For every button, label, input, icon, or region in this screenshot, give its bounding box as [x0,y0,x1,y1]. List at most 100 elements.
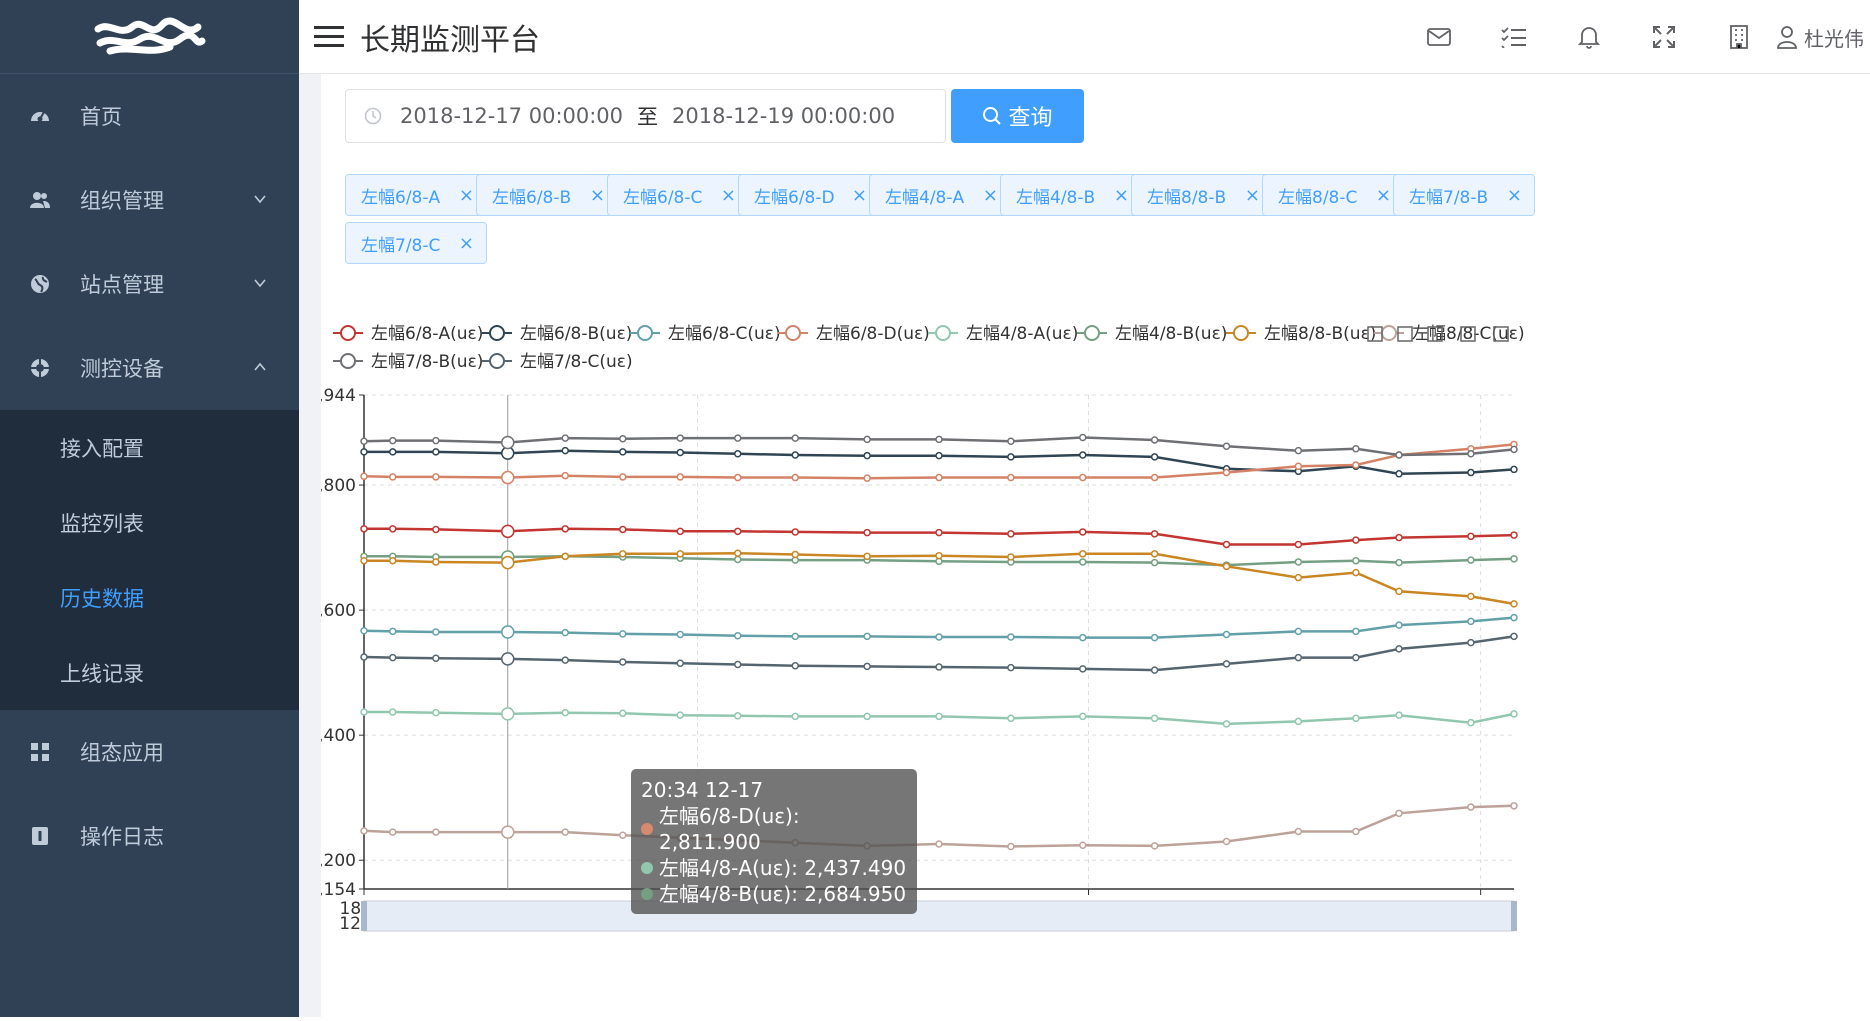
checklist-icon[interactable] [1476,0,1551,74]
data-point [620,631,626,637]
data-point [677,631,683,637]
data-point [1511,711,1517,717]
mail-icon[interactable] [1401,0,1476,74]
date-end-value[interactable]: 2018-12-19 00:00:00 [672,104,895,128]
tag-close-icon[interactable]: × [721,185,736,206]
data-point [1353,655,1359,661]
data-point [792,452,798,458]
logo-scribble-icon [90,17,210,57]
data-point [361,628,367,634]
sensor-tag: 左幅8/8-C× [1262,174,1404,216]
tag-label: 左幅4/8-B [1016,183,1095,208]
tag-close-icon[interactable]: × [1376,185,1391,206]
data-point [1511,532,1517,538]
query-button[interactable]: 查询 [951,89,1084,143]
data-point [1224,563,1230,569]
query-label: 查询 [1008,100,1052,132]
data-point [502,472,514,484]
sidebar-item-oplog[interactable]: 操作日志 [0,794,299,878]
tag-close-icon[interactable]: × [852,185,867,206]
chart-tooltip: 20:34 12-17 左幅6/8-D(uε): 2,811.900 左幅4/8… [631,769,917,914]
data-point [864,553,870,559]
data-point [562,473,568,479]
sidebar-item-home[interactable]: 首页 [0,74,299,158]
sidebar-item-config-app[interactable]: 组态应用 [0,710,299,794]
sidebar-subitem-online-log[interactable]: 上线记录 [0,635,299,710]
data-point [433,438,439,444]
data-point [1396,712,1402,718]
data-point [433,629,439,635]
y-tick-label: 2,800 [321,476,356,496]
tag-close-icon[interactable]: × [590,185,605,206]
data-point [1080,435,1086,441]
tooltip-row: 左幅4/8-B(uε): 2,684.950 [641,881,907,907]
sidebar: 首页 组织管理 站点管理 测控设备 接入配置 监控列表 历史数据 上线记录 组态… [0,0,299,1017]
user-menu[interactable]: 杜光伟 [1776,0,1870,74]
date-range-picker[interactable]: 2018-12-17 00:00:00 至 2018-12-19 00:00:0… [345,89,946,143]
sensor-tag: 左幅4/8-B × [1000,174,1142,216]
sidebar-item-label: 测控设备 [80,353,164,383]
sidebar-item-org[interactable]: 组织管理 [0,158,299,242]
datazoom-slider [364,901,1514,931]
sensor-tag: 左幅6/8-A× [345,174,487,216]
data-point [1224,443,1230,449]
bell-icon[interactable] [1551,0,1626,74]
sidebar-subitem-history[interactable]: 历史数据 [0,560,299,635]
data-point [361,449,367,455]
data-point [1353,715,1359,721]
hamburger-icon[interactable] [314,23,346,51]
data-point [735,528,741,534]
tag-close-icon[interactable]: × [983,185,998,206]
tag-close-icon[interactable]: × [459,185,474,206]
data-point [677,528,683,534]
tooltip-row-label: 左幅6/8-D(uε): 2,811.900 [659,803,907,855]
legend-marker [1234,326,1248,340]
building-icon[interactable] [1701,0,1776,74]
data-point [677,551,683,557]
data-point [1008,475,1014,481]
tag-close-icon[interactable]: × [459,233,474,254]
sensor-tag: 左幅4/8-A × [869,174,1011,216]
data-point [620,551,626,557]
data-point [1468,640,1474,646]
tag-label: 左幅6/8-C [623,183,702,208]
fullscreen-icon[interactable] [1626,0,1701,74]
sidebar-subitem-monitor-list[interactable]: 监控列表 [0,485,299,560]
data-point [936,553,942,559]
sensor-tag: 左幅7/8-B× [1393,174,1535,216]
data-point [735,556,741,562]
data-point [1353,558,1359,564]
data-point [502,708,514,720]
data-point [502,525,514,537]
data-point [677,474,683,480]
data-point [433,559,439,565]
sidebar-item-device[interactable]: 测控设备 [0,326,299,410]
data-point [936,664,942,670]
data-point [1080,713,1086,719]
data-point [792,713,798,719]
y-tick-label: 2,200 [321,851,356,871]
legend-label: 左幅7/8-C(uε) [520,352,633,372]
sidebar-item-site[interactable]: 站点管理 [0,242,299,326]
data-point [792,551,798,557]
data-point [433,526,439,532]
tag-close-icon[interactable]: × [1507,185,1522,206]
data-point [1295,655,1301,661]
tag-close-icon[interactable]: × [1114,185,1129,206]
users-icon [28,188,52,212]
sidebar-subitem-access-config[interactable]: 接入配置 [0,410,299,485]
data-point [620,710,626,716]
sensor-tag: 左幅7/8-C× [345,222,487,264]
data-point [361,526,367,532]
legend-label: 左幅8/8-B(uε) [1264,324,1376,344]
tag-close-icon[interactable]: × [1245,185,1260,206]
tag-label: 左幅4/8-A [885,183,964,208]
header-toolbar: 杜光伟 [1401,0,1870,74]
data-point [433,829,439,835]
data-point [1396,452,1402,458]
date-start-value[interactable]: 2018-12-17 00:00:00 [400,104,623,128]
datazoom-handle [361,901,367,931]
data-point [562,526,568,532]
date-separator: 至 [637,101,658,131]
data-point [361,438,367,444]
